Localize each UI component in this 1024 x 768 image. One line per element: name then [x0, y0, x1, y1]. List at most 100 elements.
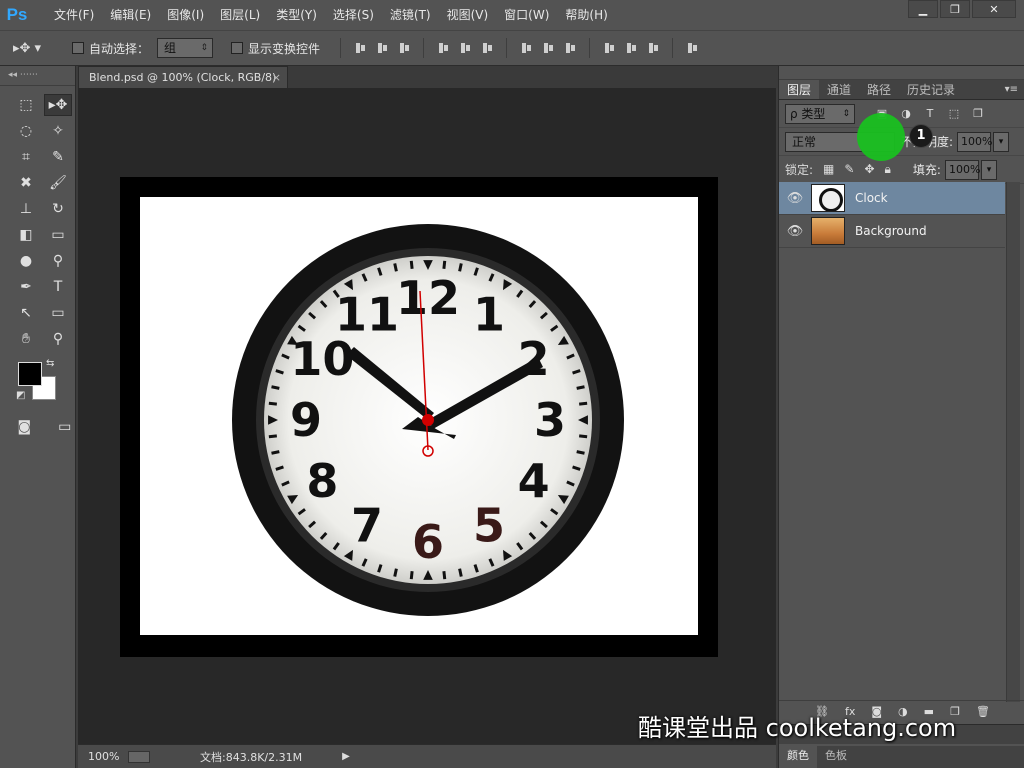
auto-align-icon[interactable]	[685, 41, 699, 55]
layers-scrollbar[interactable]	[1006, 182, 1020, 702]
menu-window[interactable]: 窗口(W)	[496, 0, 557, 30]
distribute-vcenter-icon[interactable]	[541, 41, 555, 55]
distribute-hcenter-icon[interactable]	[624, 41, 638, 55]
layer-name[interactable]: Clock	[855, 191, 888, 205]
tools-panel-grip[interactable]: ◂◂ ⋯⋯	[0, 66, 75, 86]
canvas-image[interactable]: 12 1 2 3 4 5 6 7 8 9 10 11	[140, 197, 698, 635]
menu-select[interactable]: 选择(S)	[325, 0, 382, 30]
opacity-dropdown-icon[interactable]: ▾	[993, 131, 1010, 152]
move-tool-icon[interactable]: ▸✥ ▾	[0, 41, 54, 56]
brush-tool-icon[interactable]: 🖌︎	[44, 172, 72, 194]
zoom-tool-icon[interactable]: ⚲	[44, 328, 72, 350]
zoom-preview-icon[interactable]	[128, 750, 150, 763]
default-colors-icon[interactable]: ◩	[16, 390, 25, 401]
distribute-left-icon[interactable]	[602, 41, 616, 55]
screen-mode-icon[interactable]: ▭	[55, 416, 76, 438]
distribute-right-icon[interactable]	[646, 41, 660, 55]
marquee-tool-icon[interactable]: ⬚	[12, 94, 40, 116]
align-right-icon[interactable]	[480, 41, 494, 55]
distribute-top-icon[interactable]	[519, 41, 533, 55]
tab-close-icon[interactable]: ×	[272, 67, 281, 88]
magic-wand-tool-icon[interactable]: ✧	[44, 120, 72, 142]
minute-tick	[576, 385, 585, 390]
align-left-icon[interactable]	[436, 41, 450, 55]
show-transform-checkbox[interactable]	[231, 42, 244, 54]
lock-transparent-icon[interactable]: ▦	[823, 162, 834, 177]
tab-history[interactable]: 历史记录	[899, 80, 963, 99]
stamp-tool-icon[interactable]: ⊥	[12, 198, 40, 220]
minimize-button[interactable]: ▁	[908, 0, 938, 18]
eraser-tool-icon[interactable]: ◧	[12, 224, 40, 246]
align-vcenter-icon[interactable]	[375, 41, 389, 55]
tab-channels[interactable]: 通道	[819, 80, 859, 99]
pen-tool-icon[interactable]: ✒	[12, 276, 40, 298]
quick-mask-icon[interactable]: ◙	[14, 416, 35, 438]
minute-tick	[268, 401, 277, 406]
document-canvas[interactable]: 12 1 2 3 4 5 6 7 8 9 10 11	[120, 177, 718, 657]
gradient-tool-icon[interactable]: ▭	[44, 224, 72, 246]
tab-paths[interactable]: 路径	[859, 80, 899, 99]
auto-select-checkbox[interactable]	[72, 42, 84, 54]
shape-filter-icon[interactable]: ⬚	[947, 107, 961, 121]
blur-tool-icon[interactable]: ●	[12, 250, 40, 272]
dodge-tool-icon[interactable]: ⚲	[44, 250, 72, 272]
crop-tool-icon[interactable]: ⌗	[12, 146, 40, 168]
lock-all-icon[interactable]: 🔒︎	[885, 162, 891, 177]
menu-image[interactable]: 图像(I)	[159, 0, 212, 30]
align-hcenter-icon[interactable]	[458, 41, 472, 55]
menu-filter[interactable]: 滤镜(T)	[382, 0, 439, 30]
fill-dropdown-icon[interactable]: ▾	[980, 159, 997, 180]
document-tab[interactable]: Blend.psd @ 100% (Clock, RGB/8) ×	[78, 66, 288, 88]
opacity-input[interactable]: 100%	[957, 131, 993, 152]
show-transform-option[interactable]: 显示变换控件	[231, 40, 320, 57]
menu-view[interactable]: 视图(V)	[439, 0, 497, 30]
distribute-bottom-icon[interactable]	[563, 41, 577, 55]
visibility-eye-icon[interactable]: 👁︎	[779, 191, 811, 206]
align-bottom-icon[interactable]	[397, 41, 411, 55]
menu-type[interactable]: 类型(Y)	[268, 0, 325, 30]
menu-file[interactable]: 文件(F)	[46, 0, 102, 30]
menu-layer[interactable]: 图层(L)	[212, 0, 268, 30]
lock-image-icon[interactable]: ✎	[844, 162, 854, 177]
swap-colors-icon[interactable]: ⇆	[46, 358, 54, 369]
clock-numeral: 8	[306, 454, 338, 508]
layer-row-background[interactable]: 👁︎ Background	[779, 215, 1005, 248]
minute-tick	[442, 571, 447, 580]
visibility-eye-icon[interactable]: 👁︎	[779, 224, 811, 239]
path-select-tool-icon[interactable]: ↖	[12, 302, 40, 324]
tab-layers[interactable]: 图层	[779, 80, 820, 99]
type-tool-icon[interactable]: T	[44, 276, 72, 298]
status-menu-arrow-icon[interactable]: ▶	[342, 751, 350, 762]
adjustment-filter-icon[interactable]: ◑	[899, 107, 913, 121]
layer-name[interactable]: Background	[855, 224, 927, 238]
kind-filter-dropdown[interactable]: ρ 类型 ⇕	[785, 103, 855, 124]
zoom-level[interactable]: 100%	[88, 750, 122, 763]
history-brush-tool-icon[interactable]: ↻	[44, 198, 72, 220]
foreground-color[interactable]	[18, 362, 42, 386]
minute-tick	[271, 385, 280, 390]
auto-select-option[interactable]: 自动选择：	[72, 40, 149, 57]
auto-select-dropdown[interactable]: 组 ⇕	[157, 38, 214, 58]
fill-input[interactable]: 100%	[944, 159, 980, 180]
move-tool-button[interactable]: ▸✥	[44, 94, 72, 116]
align-top-icon[interactable]	[353, 41, 367, 55]
lock-label: 锁定:	[785, 163, 814, 177]
type-filter-icon[interactable]: T	[923, 107, 937, 121]
menu-help[interactable]: 帮助(H)	[557, 0, 615, 30]
restore-button[interactable]: ❐	[940, 0, 970, 18]
menu-edit[interactable]: 编辑(E)	[102, 0, 159, 30]
hand-tool-icon[interactable]: ✋︎	[12, 328, 40, 350]
delete-layer-icon[interactable]: 🗑︎	[976, 705, 990, 718]
close-button[interactable]: ✕	[972, 0, 1016, 18]
smart-object-filter-icon[interactable]: ❐	[971, 107, 985, 121]
rectangle-tool-icon[interactable]: ▭	[44, 302, 72, 324]
tab-swatches[interactable]: 色板	[817, 746, 855, 768]
lock-position-icon[interactable]: ✥	[864, 162, 874, 177]
lasso-tool-icon[interactable]: ◌	[12, 120, 40, 142]
layer-row-clock[interactable]: 👁︎ Clock	[779, 182, 1005, 215]
eyedropper-tool-icon[interactable]: ✎	[44, 146, 72, 168]
panel-menu-icon[interactable]: ▾≡	[1005, 80, 1018, 100]
canvas-area[interactable]: 12 1 2 3 4 5 6 7 8 9 10 11	[78, 88, 776, 744]
tab-color[interactable]: 颜色	[779, 746, 817, 768]
healing-tool-icon[interactable]: ✖	[12, 172, 40, 194]
